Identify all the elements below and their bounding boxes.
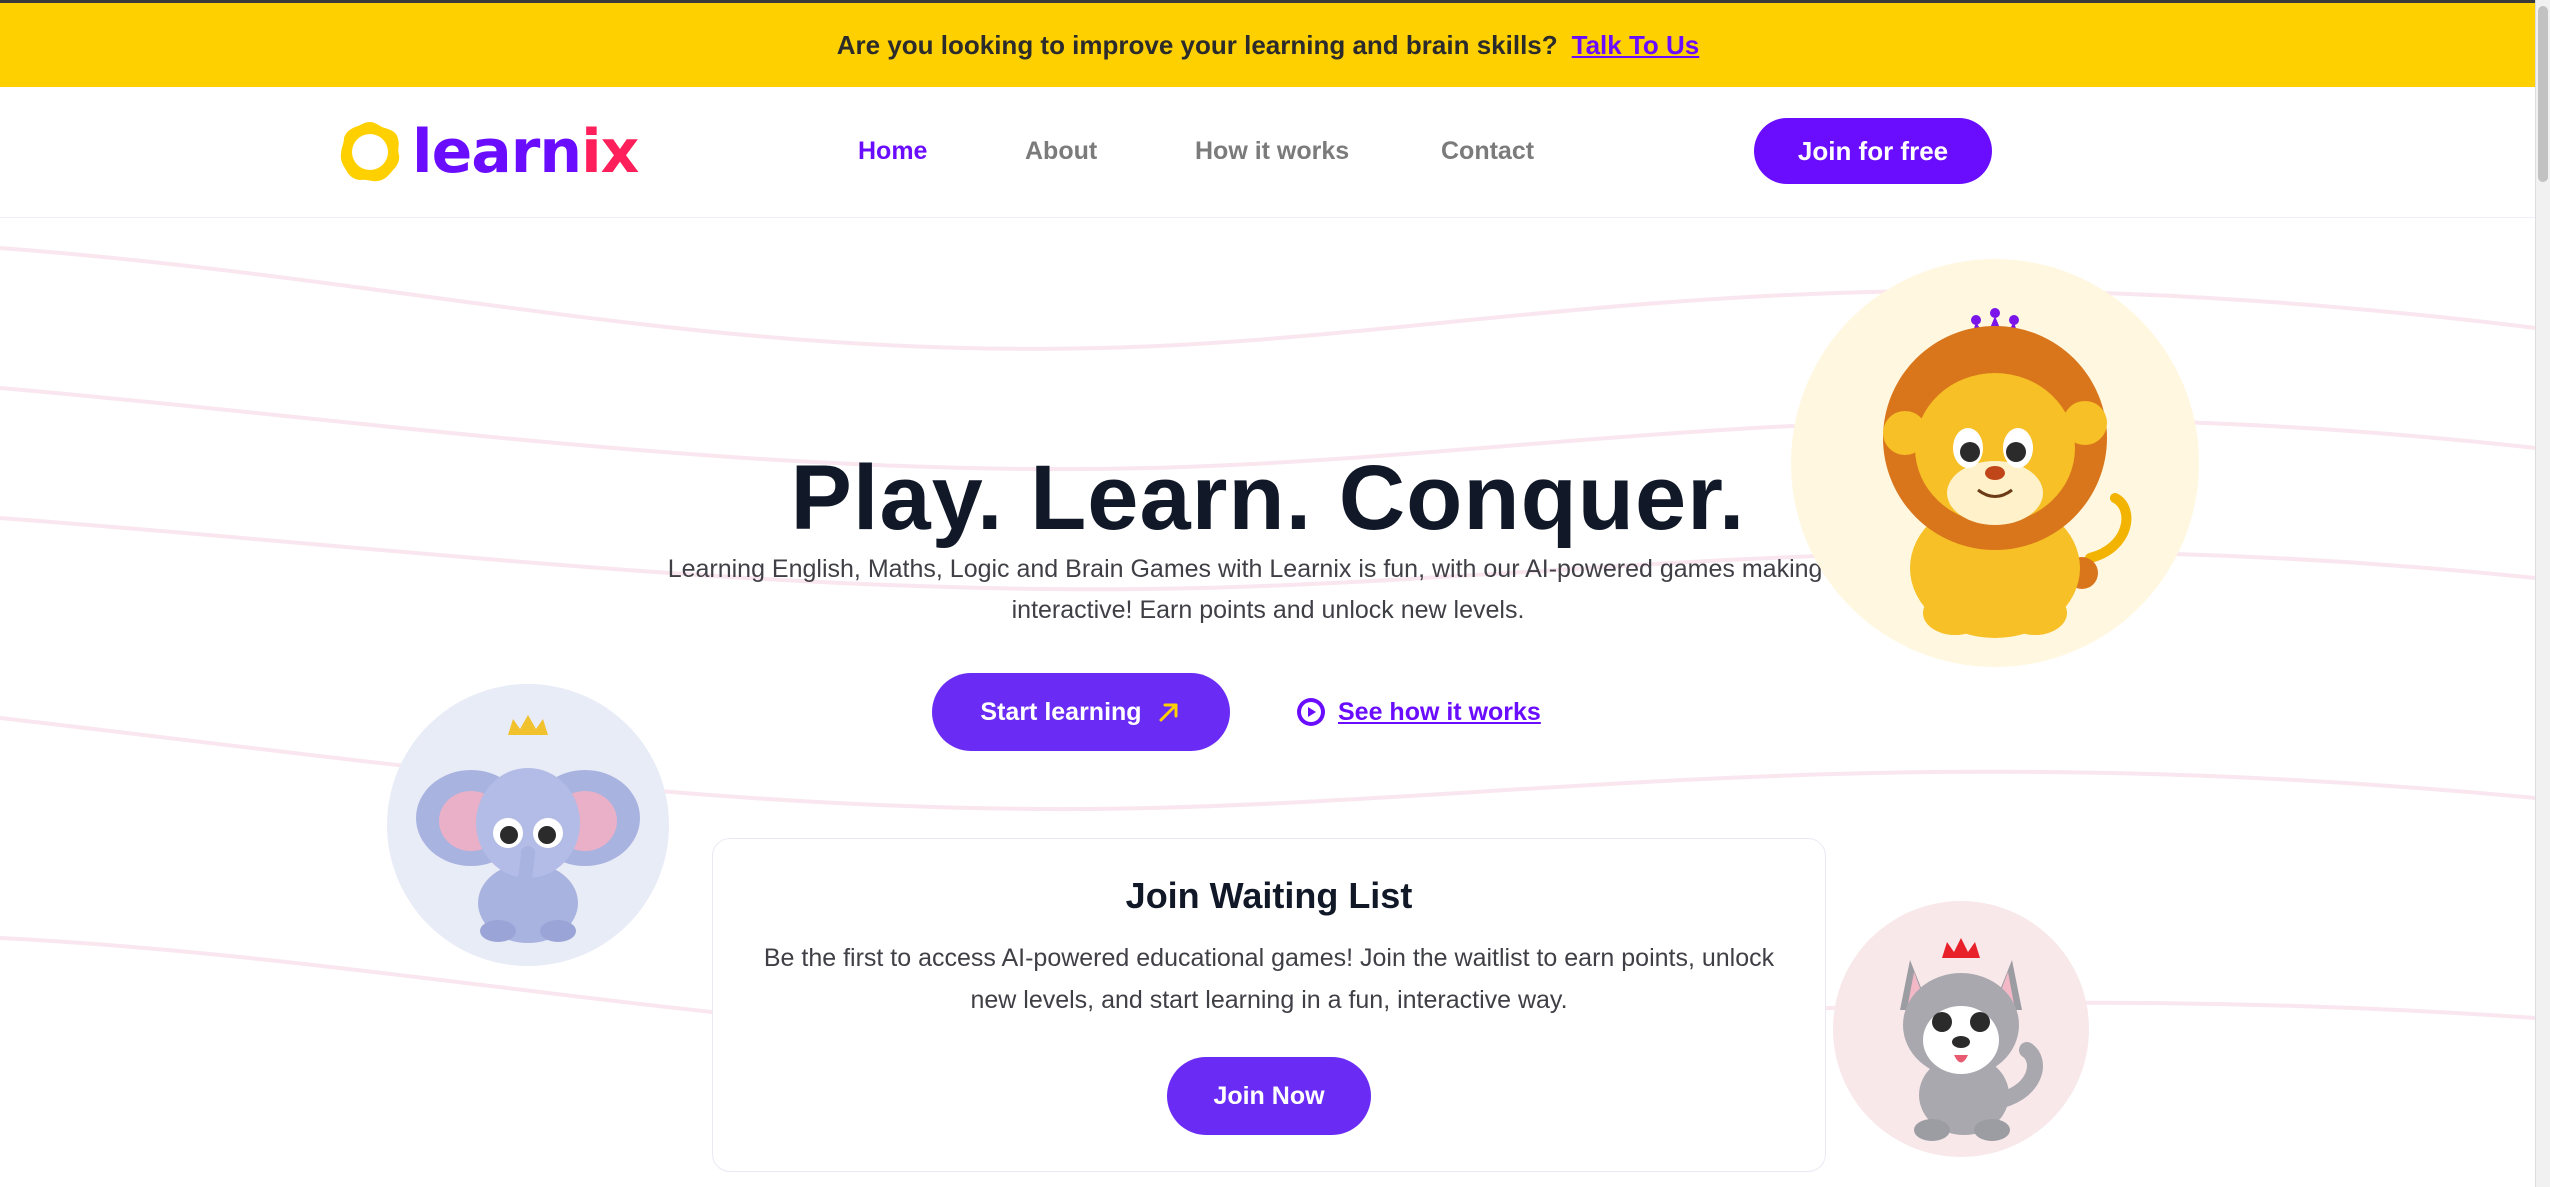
banner-text: Are you looking to improve your learning…: [836, 29, 1558, 60]
join-now-button[interactable]: Join Now: [1167, 1057, 1371, 1135]
see-how-it-works-label: See how it works: [1338, 697, 1541, 726]
join-for-free-button[interactable]: Join for free: [1754, 118, 1992, 184]
nav-contact[interactable]: Contact: [1441, 137, 1534, 166]
learnix-logo[interactable]: learnix: [336, 117, 639, 187]
start-learning-button[interactable]: Start learning: [932, 673, 1230, 751]
announcement-banner: Are you looking to improve your learning…: [0, 3, 2536, 87]
talk-to-us-link[interactable]: Talk To Us: [1572, 30, 1700, 61]
nav-home[interactable]: Home: [858, 137, 927, 166]
top-navigation: learnix Home About How it works Contact …: [0, 87, 2536, 218]
play-circle-icon: [1297, 698, 1325, 726]
logo-text-part1: learn: [412, 117, 582, 187]
logo-text-part2: ix: [581, 117, 639, 187]
waiting-list-card: Join Waiting List Be the first to access…: [712, 838, 1826, 1172]
scrollbar-thumb[interactable]: [2538, 6, 2548, 182]
start-learning-label: Start learning: [980, 697, 1142, 726]
hero-section: Play. Learn. Conquer. Learning English, …: [0, 218, 2536, 1187]
lion-mascot: [1791, 259, 2199, 667]
nav-about[interactable]: About: [1025, 137, 1097, 166]
husky-mascot: [1833, 901, 2089, 1157]
see-how-it-works-link[interactable]: See how it works: [1296, 694, 1541, 730]
arrow-up-right-icon: [1159, 703, 1178, 722]
waiting-list-text: Be the first to access AI-powered educat…: [763, 944, 1775, 1014]
elephant-mascot: [387, 684, 669, 966]
waiting-list-title: Join Waiting List: [1125, 875, 1413, 916]
page-scrollbar[interactable]: [2535, 0, 2550, 1187]
logo-ring-icon: [340, 122, 400, 182]
nav-how-it-works[interactable]: How it works: [1195, 137, 1349, 166]
logo-wordmark: learnix: [412, 117, 639, 187]
hero-subtitle: Learning English, Maths, Logic and Brain…: [667, 555, 1869, 624]
